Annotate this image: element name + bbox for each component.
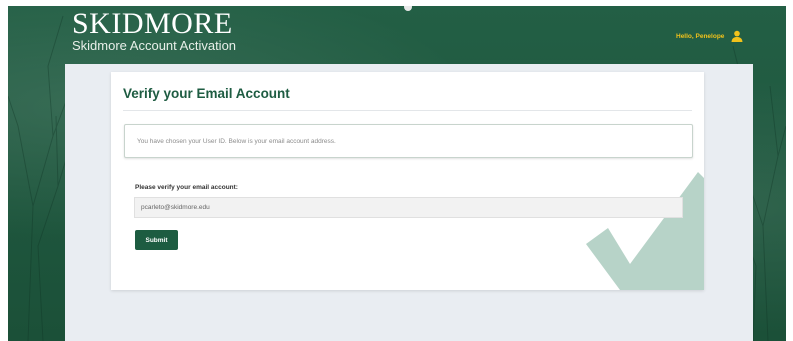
page-title: Verify your Email Account bbox=[123, 86, 290, 101]
info-message: You have chosen your User ID. Below is y… bbox=[137, 137, 336, 145]
checkmark-icon bbox=[586, 172, 704, 290]
user-menu[interactable]: Hello, Penelope bbox=[676, 30, 743, 42]
email-field-label: Please verify your email account: bbox=[135, 184, 238, 191]
submit-button[interactable]: Submit bbox=[135, 230, 178, 250]
brand-name: SKIDMORE bbox=[72, 7, 233, 40]
brand-logo: SKIDMORE Skidmore Account Activation bbox=[72, 9, 236, 53]
user-greeting[interactable]: Hello, Penelope bbox=[676, 33, 724, 40]
title-divider bbox=[123, 110, 692, 111]
brand-subtitle: Skidmore Account Activation bbox=[72, 38, 237, 53]
user-icon[interactable] bbox=[731, 30, 743, 42]
info-message-box: You have chosen your User ID. Below is y… bbox=[124, 124, 693, 158]
verify-email-card: Verify your Email Account You have chose… bbox=[111, 72, 704, 290]
email-field[interactable] bbox=[134, 197, 683, 218]
app-window: SKIDMORE Skidmore Account Activation Hel… bbox=[8, 6, 786, 341]
main-content: Verify your Email Account You have chose… bbox=[65, 64, 753, 341]
